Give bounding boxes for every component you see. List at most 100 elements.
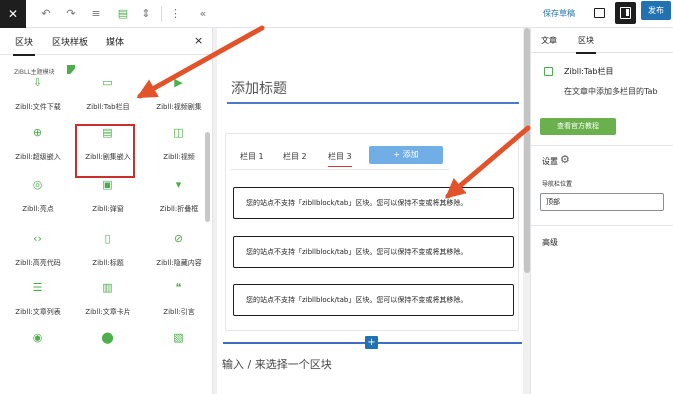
document-outline-icon[interactable]: ▤ — [117, 4, 129, 24]
block-item[interactable]: ◉ — [5, 331, 71, 379]
chevron-updown-icon[interactable]: ⇕ — [140, 4, 152, 24]
settings-panel-title[interactable]: 设置 — [542, 156, 558, 167]
official-tutorial-button[interactable]: 查看官方教程 — [540, 118, 616, 135]
divider — [531, 225, 673, 226]
title-focus-line — [227, 102, 519, 104]
block-item[interactable]: ▶ Zibll:视频剧集 — [146, 76, 212, 124]
top-toolbar: ✕ ↶ ↷ ≡ ▤ ⇕ ⋮ « 保存草稿 发布 — [0, 0, 673, 28]
annotation-highlight-box — [75, 124, 135, 178]
canvas-content: 添加标题 栏目 1 栏目 2 栏目 3 + 添加 您的站点不支持「zibllbl… — [217, 28, 523, 394]
save-draft-button[interactable]: 保存草稿 — [543, 4, 575, 24]
redo-icon[interactable]: ↷ — [64, 4, 78, 24]
inserter-tabs: 区块 区块样板 媒体 × — [0, 28, 212, 56]
sidebar-tabs: 文章 区块 — [531, 28, 673, 54]
inserter-scrollbar[interactable] — [205, 132, 210, 222]
nav-position-select[interactable]: 顶部 — [540, 193, 664, 211]
code-icon: ‹› — [33, 232, 42, 245]
unsupported-block-notice[interactable]: 您的站点不支持「zibllblock/tab」区块。您可以保持不变或将其移除。 — [233, 236, 514, 268]
post-title-input[interactable]: 添加标题 — [231, 78, 287, 98]
block-item[interactable]: ▯ Zibll:标题 — [75, 232, 141, 280]
block-card-description: 在文章中添加多栏目的Tab — [564, 87, 658, 96]
unsupported-block-notice[interactable]: 您的站点不支持「zibllblock/tab」区块。您可以保持不变或将其移除。 — [233, 284, 514, 316]
image-icon: ▧ — [173, 331, 184, 344]
editor-canvas: 添加标题 栏目 1 栏目 2 栏目 3 + 添加 您的站点不支持「zibllbl… — [213, 28, 530, 394]
sidebar-icon — [620, 7, 631, 19]
block-item[interactable]: ▭ Zibll:Tab栏目 — [75, 76, 141, 124]
block-item-label: Zibll:视频 — [163, 153, 195, 161]
block-item[interactable]: ▥ Zibll:文章卡片 — [75, 281, 141, 329]
video-camera-icon: ◫ — [173, 126, 184, 139]
tab-block[interactable]: 栏目 1 栏目 2 栏目 3 + 添加 您的站点不支持「zibllblock/t… — [225, 133, 519, 331]
block-item[interactable]: ❝ Zibll:引言 — [146, 281, 212, 329]
block-item[interactable]: ⇩ Zibll:文件下载 — [5, 76, 71, 124]
block-item[interactable]: ◫ Zibll:视频 — [146, 126, 212, 174]
unsupported-block-notice[interactable]: 您的站点不支持「zibllblock/tab」区块。您可以保持不变或将其移除。 — [233, 187, 514, 219]
quote-icon: ❝ — [175, 281, 182, 294]
collapse-sidebar-icon[interactable]: « — [197, 4, 209, 24]
zibll-logo-icon — [67, 65, 75, 74]
post-list-icon: ☰ — [32, 281, 43, 294]
tab-blocks[interactable]: 区块 — [12, 35, 36, 56]
block-item[interactable]: ‹› Zibll:高亮代码 — [5, 232, 71, 280]
block-item-label: Zibll:文件下载 — [15, 103, 61, 111]
tab-patterns[interactable]: 区块样板 — [52, 35, 88, 48]
block-item-label: Zibll:隐藏内容 — [156, 259, 202, 267]
tab-item[interactable]: 栏目 1 — [240, 151, 264, 162]
hidden-content-icon: ⊘ — [173, 232, 184, 245]
gear-icon: ⚙ — [560, 153, 570, 166]
close-inserter-icon[interactable]: × — [194, 34, 203, 47]
list-view-icon[interactable]: ≡ — [89, 4, 103, 24]
video-icon: ▶ — [174, 76, 183, 89]
download-folder-icon: ⇩ — [32, 76, 43, 89]
block-inserter-panel: 区块 区块样板 媒体 × ZIBLL主题模块 ⇩ Zibll:文件下载 ▭ Zibll… — [0, 28, 213, 394]
block-item[interactable]: ▧ — [146, 331, 212, 379]
block-item-label: Zibll:文章列表 — [15, 308, 61, 316]
tab-item[interactable]: 栏目 2 — [283, 151, 307, 162]
block-item-label: Zibll:亮点 — [22, 205, 54, 213]
globe-icon: ◉ — [32, 331, 43, 344]
tab-icon: ▭ — [102, 76, 113, 89]
block-category-title: ZIBLL主题模块 — [14, 69, 55, 76]
block-item-label: Zibll:折叠框 — [159, 205, 199, 213]
block-item[interactable]: ▣ Zibll:弹窗 — [75, 178, 141, 226]
highlight-icon: ◎ — [32, 178, 43, 191]
block-item-label: Zibll:视频剧集 — [156, 103, 202, 111]
tab-item-active[interactable]: 栏目 3 — [328, 151, 352, 167]
insert-block-button[interactable]: + — [365, 336, 378, 349]
block-card-title: Zibll:Tab栏目 — [564, 67, 614, 76]
block-item-label: Zibll:标题 — [92, 259, 124, 267]
advanced-panel-toggle[interactable]: 高级 — [542, 237, 558, 248]
popup-icon: ▣ — [102, 178, 113, 191]
tab-media[interactable]: 媒体 — [106, 35, 124, 48]
more-options-icon[interactable]: ⋮ — [170, 4, 181, 24]
block-item-label: Zibll:弹窗 — [92, 205, 124, 213]
block-item[interactable]: ◎ Zibll:亮点 — [5, 178, 71, 226]
add-tab-button[interactable]: + 添加 — [369, 146, 443, 164]
divider — [531, 145, 673, 146]
block-item[interactable]: ☰ Zibll:文章列表 — [5, 281, 71, 329]
block-appender[interactable]: 输入 / 来选择一个区块 — [222, 356, 332, 372]
post-card-icon: ▥ — [102, 281, 113, 294]
preview-icon[interactable] — [594, 8, 605, 18]
block-item[interactable]: ⬤ — [75, 331, 141, 379]
tab-post[interactable]: 文章 — [541, 35, 557, 46]
collapse-icon: ▾ — [175, 178, 182, 191]
settings-sidebar: 文章 区块 Zibll:Tab栏目 在文章中添加多栏目的Tab 查看官方教程 设… — [530, 28, 673, 394]
tab-block-icon — [544, 67, 553, 76]
tab-nav-divider — [230, 169, 449, 170]
publish-button[interactable]: 发布 — [641, 1, 671, 20]
embed-icon: ⊕ — [32, 126, 43, 139]
block-item[interactable]: ⊕ Zibll:超级嵌入 — [5, 126, 71, 174]
block-item[interactable]: ⊘ Zibll:隐藏内容 — [146, 232, 212, 280]
block-item-label: Zibll:文章卡片 — [85, 308, 131, 316]
block-item-label: Zibll:Tab栏目 — [86, 103, 130, 111]
settings-toggle-button[interactable] — [615, 2, 636, 24]
block-item[interactable]: ▾ Zibll:折叠框 — [146, 178, 212, 226]
undo-icon[interactable]: ↶ — [39, 4, 53, 24]
close-icon[interactable]: ✕ — [0, 0, 26, 28]
block-item-label: Zibll:超级嵌入 — [15, 153, 61, 161]
tab-block[interactable]: 区块 — [576, 35, 596, 54]
block-item-label: Zibll:引言 — [163, 308, 195, 316]
editor-window: ✕ ↶ ↷ ≡ ▤ ⇕ ⋮ « 保存草稿 发布 区块 区块样板 媒体 × ZIB… — [0, 0, 673, 394]
bookmark-icon: ▯ — [104, 232, 111, 245]
